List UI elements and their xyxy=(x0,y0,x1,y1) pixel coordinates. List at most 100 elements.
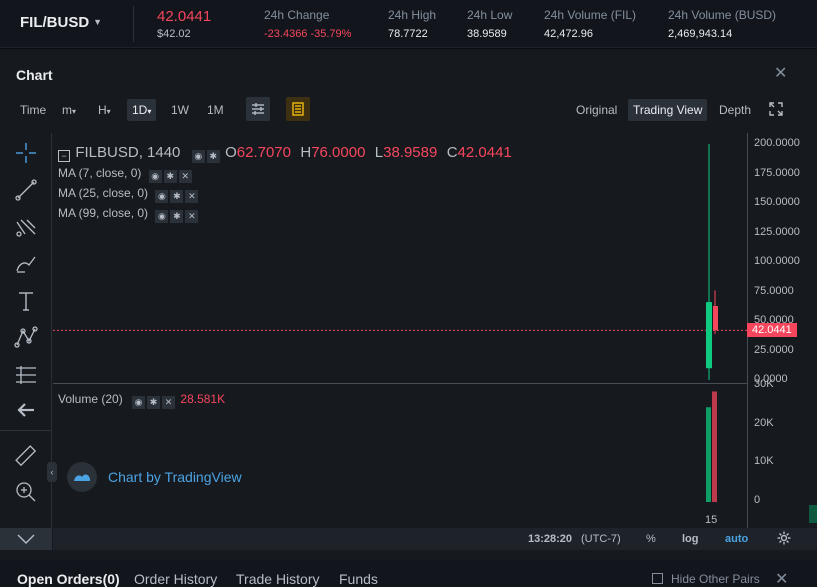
tab-open-orders[interactable]: Open Orders(0) xyxy=(17,571,120,587)
chart-status-bar: 13:28:20 (UTC-7) % log auto xyxy=(53,528,817,550)
ma-legend-25: MA (25, close, 0) ◉ ✱ ✕ xyxy=(58,186,200,203)
stat-value: 42,472.96 xyxy=(544,28,593,40)
chevron-down-icon: ▾ xyxy=(106,107,111,116)
fullscreen-icon[interactable] xyxy=(768,101,784,123)
stat-24h-volume-fil: 24h Volume (FIL) 42,472.96 xyxy=(544,8,636,40)
ma-controls[interactable]: ◉ ✱ ✕ xyxy=(155,206,200,223)
interval-hours-label: H xyxy=(98,103,107,117)
interval-1m[interactable]: 1M xyxy=(207,99,224,121)
settings-sliders-icon[interactable] xyxy=(246,97,270,121)
pair-label: FIL/BUSD xyxy=(20,14,90,31)
ticker-bar: FIL/BUSD ▼ 42.0441 $42.02 24h Change -23.4… xyxy=(0,0,817,48)
volume-bar xyxy=(712,391,717,502)
brush-icon[interactable] xyxy=(10,250,42,278)
candle-body xyxy=(706,302,712,369)
symbol-label: FILBUSD, 1440 xyxy=(75,144,181,161)
ma-label: MA (99, close, 0) xyxy=(58,206,149,220)
trendline-icon[interactable] xyxy=(10,176,42,204)
price-axis-tick: 75.0000 xyxy=(754,284,794,297)
last-price: 42.0441 xyxy=(157,8,212,25)
x-axis-tick: 15 xyxy=(705,514,718,526)
price-legend: − FILBUSD, 1440 ◉ ✱ O62.7070 H76.0000 L38… xyxy=(58,144,512,163)
volume-bar xyxy=(706,407,711,502)
candle-body xyxy=(713,306,718,331)
price-axis-tick: 200.0000 xyxy=(754,137,800,149)
price-axis-tick: 175.0000 xyxy=(754,166,800,179)
collapse-legend-icon[interactable]: − xyxy=(58,150,70,162)
drawing-toolbar xyxy=(0,133,52,529)
indicators-icon[interactable] xyxy=(286,97,310,121)
tab-trade-history[interactable]: Trade History xyxy=(236,571,320,587)
interval-time[interactable]: Time xyxy=(20,99,46,121)
ruler-icon[interactable] xyxy=(10,442,42,470)
ma-legend-99: MA (99, close, 0) ◉ ✱ ✕ xyxy=(58,206,200,223)
price-axis-tick: 125.0000 xyxy=(754,225,800,238)
toolbar-expand[interactable] xyxy=(0,528,52,550)
gear-icon[interactable] xyxy=(777,531,791,548)
tradingview-logo-icon[interactable] xyxy=(67,462,97,492)
chart-title: Chart xyxy=(16,67,53,83)
divider xyxy=(0,430,52,431)
stat-value: 38.9589 xyxy=(467,28,507,40)
open-value: 62.7070 xyxy=(236,144,291,161)
tab-funds[interactable]: Funds xyxy=(339,571,378,587)
interval-minutes[interactable]: m▾ xyxy=(62,99,76,121)
stat-24h-volume-busd: 24h Volume (BUSD) 2,469,943.14 xyxy=(668,8,776,40)
timezone[interactable]: (UTC-7) xyxy=(581,533,621,545)
interval-1w[interactable]: 1W xyxy=(171,99,189,121)
pair-selector[interactable]: FIL/BUSD ▼ xyxy=(20,14,102,31)
stat-label: 24h Low xyxy=(467,8,513,22)
log-toggle[interactable]: log xyxy=(682,533,699,545)
clock-time: 13:28:20 xyxy=(528,533,573,545)
ma-controls[interactable]: ◉ ✱ ✕ xyxy=(148,166,194,183)
stat-24h-low: 24h Low 38.9589 xyxy=(467,8,512,40)
back-arrow-icon[interactable] xyxy=(10,396,42,424)
chevron-down-icon: ▾ xyxy=(72,107,77,116)
close-value: 42.0441 xyxy=(457,144,512,161)
close-icon[interactable]: ✕ xyxy=(774,63,787,83)
usd-price: $42.02 xyxy=(157,28,191,40)
hide-pairs-checkbox[interactable] xyxy=(652,573,663,584)
volume-controls[interactable]: ◉ ✱ ✕ xyxy=(132,392,177,409)
legend-eye-icon[interactable]: ◉ ✱ xyxy=(191,146,222,163)
ma-label: MA (25, close, 0) xyxy=(58,186,149,200)
auto-toggle[interactable]: auto xyxy=(725,533,748,545)
stat-label: 24h Volume (FIL) xyxy=(544,8,637,22)
price-axis-tick: 25.0000 xyxy=(754,343,794,356)
interval-1d[interactable]: 1D▾ xyxy=(127,99,157,121)
low-label: L xyxy=(374,144,384,161)
view-depth[interactable]: Depth xyxy=(719,99,751,121)
stat-24h-high: 24h High 78.7722 xyxy=(388,8,436,40)
ma-controls[interactable]: ◉ ✱ ✕ xyxy=(155,186,200,203)
volume-label: Volume (20) xyxy=(58,392,123,406)
crosshair-icon[interactable] xyxy=(10,139,42,167)
ma-label: MA (7, close, 0) xyxy=(58,166,142,180)
interval-hours[interactable]: H▾ xyxy=(98,99,111,121)
high-value: 76.0000 xyxy=(311,144,366,161)
low-value: 38.9589 xyxy=(383,144,438,161)
pattern-icon[interactable] xyxy=(10,324,42,352)
text-icon[interactable] xyxy=(10,287,42,315)
volume-axis-tick: 30K xyxy=(754,378,774,390)
open-label: O xyxy=(225,144,237,161)
stat-label: 24h Volume (BUSD) xyxy=(668,8,777,22)
volume-value: 28.581K xyxy=(180,392,226,406)
zoom-in-icon[interactable] xyxy=(10,478,42,506)
collapse-toolbar-handle[interactable]: ‹ xyxy=(47,462,57,482)
measure-lines-icon[interactable] xyxy=(10,361,42,389)
high-label: H xyxy=(300,144,312,161)
percent-toggle[interactable]: % xyxy=(646,533,656,545)
volume-axis-tick: 20K xyxy=(754,416,774,429)
view-trading-view[interactable]: Trading View xyxy=(628,99,708,121)
chevron-down-icon: ▼ xyxy=(93,17,103,27)
hide-pairs-label: Hide Other Pairs xyxy=(671,572,760,586)
fib-icon[interactable] xyxy=(10,213,42,241)
divider xyxy=(133,6,134,42)
volume-legend: Volume (20) ◉ ✱ ✕ 28.581K xyxy=(58,392,225,409)
tradingview-credit[interactable]: Chart by TradingView xyxy=(108,469,242,485)
view-original[interactable]: Original xyxy=(576,99,617,121)
hide-other-pairs[interactable]: Hide Other Pairs xyxy=(652,572,760,586)
scroll-indicator xyxy=(809,505,817,523)
tab-order-history[interactable]: Order History xyxy=(134,571,217,587)
close-icon[interactable]: ✕ xyxy=(775,569,788,587)
